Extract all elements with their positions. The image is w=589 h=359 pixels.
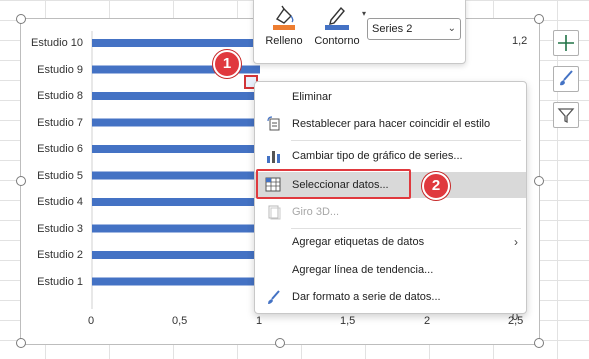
step-badge-2: 2 <box>422 172 450 200</box>
reset-style-icon <box>267 116 280 131</box>
chart-resize-handle-bl[interactable] <box>16 338 26 348</box>
chart-resize-handle-bm[interactable] <box>275 338 285 348</box>
step-badge-1: 1 <box>213 50 241 78</box>
category-label: Estudio 4 <box>37 196 83 208</box>
bar[interactable] <box>92 171 260 180</box>
x-tick-label: 1,5 <box>340 315 356 327</box>
bar[interactable] <box>92 92 260 100</box>
outline-dropdown-icon[interactable]: ▾ <box>362 9 366 18</box>
outline-button[interactable]: ▾ Contorno <box>310 3 366 47</box>
category-label: Estudio 3 <box>37 222 83 235</box>
bar[interactable] <box>92 277 260 286</box>
filter-funnel-icon <box>557 108 575 124</box>
menu-item-format-series[interactable]: Dar formato a serie de datos... <box>255 284 526 310</box>
chart-resize-handle-ml[interactable] <box>16 176 26 186</box>
x-tick-label: 0,5 <box>172 315 188 327</box>
chart-resize-handle-tr[interactable] <box>534 14 544 24</box>
chart-filters-button[interactable] <box>553 102 579 128</box>
series-select-value: Series 2 <box>372 23 413 35</box>
category-label: Estudio 7 <box>37 116 83 129</box>
submenu-arrow-icon: › <box>514 235 518 249</box>
secondary-y-tick-label: 1,2 <box>512 35 528 47</box>
fill-label: Relleno <box>265 35 303 47</box>
bar[interactable] <box>92 251 260 259</box>
menu-item-delete[interactable]: Eliminar <box>255 84 526 110</box>
menu-item-add-trendline[interactable]: Agregar línea de tendencia... <box>255 257 526 283</box>
chart-type-icon <box>267 151 280 163</box>
menu-item-reset-style[interactable]: Restablecer para hacer coincidir el esti… <box>255 111 526 137</box>
x-tick-label: 1 <box>256 315 263 327</box>
category-label: Estudio 6 <box>37 143 83 155</box>
category-label: Estudio 8 <box>37 90 83 102</box>
chart-elements-button[interactable] <box>553 30 579 56</box>
paintbrush-icon <box>560 70 573 86</box>
plus-icon <box>558 35 574 51</box>
mini-toolbar: Relleno ▾ Contorno Series 2 ⌄ <box>253 0 466 64</box>
fill-button[interactable]: Relleno <box>262 3 306 47</box>
rotation-3d-icon <box>268 205 281 220</box>
bar[interactable] <box>92 224 260 233</box>
fill-bucket-icon <box>262 3 306 31</box>
chart-styles-button[interactable] <box>553 66 579 92</box>
chart-resize-handle-tl[interactable] <box>16 14 26 24</box>
x-tick-label: 0 <box>88 315 95 327</box>
menu-item-change-chart-type[interactable]: Cambiar tipo de gráfico de series... <box>255 143 526 169</box>
bar[interactable] <box>92 145 260 153</box>
format-series-icon <box>268 290 280 304</box>
menu-separator <box>291 140 521 141</box>
menu-item-3d-rotation: Giro 3D... <box>255 199 526 225</box>
category-label: Estudio 9 <box>37 63 83 76</box>
category-label: Estudio 2 <box>37 249 83 261</box>
chart-resize-handle-br[interactable] <box>534 338 544 348</box>
menu-item-add-data-labels[interactable]: Agregar etiquetas de datos › <box>255 229 526 255</box>
bar[interactable] <box>92 118 260 127</box>
outline-label: Contorno <box>314 35 360 47</box>
chart-resize-handle-mr[interactable] <box>534 176 544 186</box>
bar[interactable] <box>92 39 260 47</box>
outline-pen-icon: ▾ <box>310 3 366 31</box>
bar[interactable] <box>92 198 260 206</box>
category-label: Estudio 1 <box>37 275 83 288</box>
category-label: Estudio 10 <box>31 37 83 49</box>
chevron-down-icon: ⌄ <box>447 23 456 34</box>
category-label: Estudio 5 <box>37 169 83 182</box>
x-tick-label: 2 <box>424 315 431 327</box>
series-select[interactable]: Series 2 ⌄ <box>367 18 461 40</box>
highlight-box-select-data <box>256 169 411 199</box>
